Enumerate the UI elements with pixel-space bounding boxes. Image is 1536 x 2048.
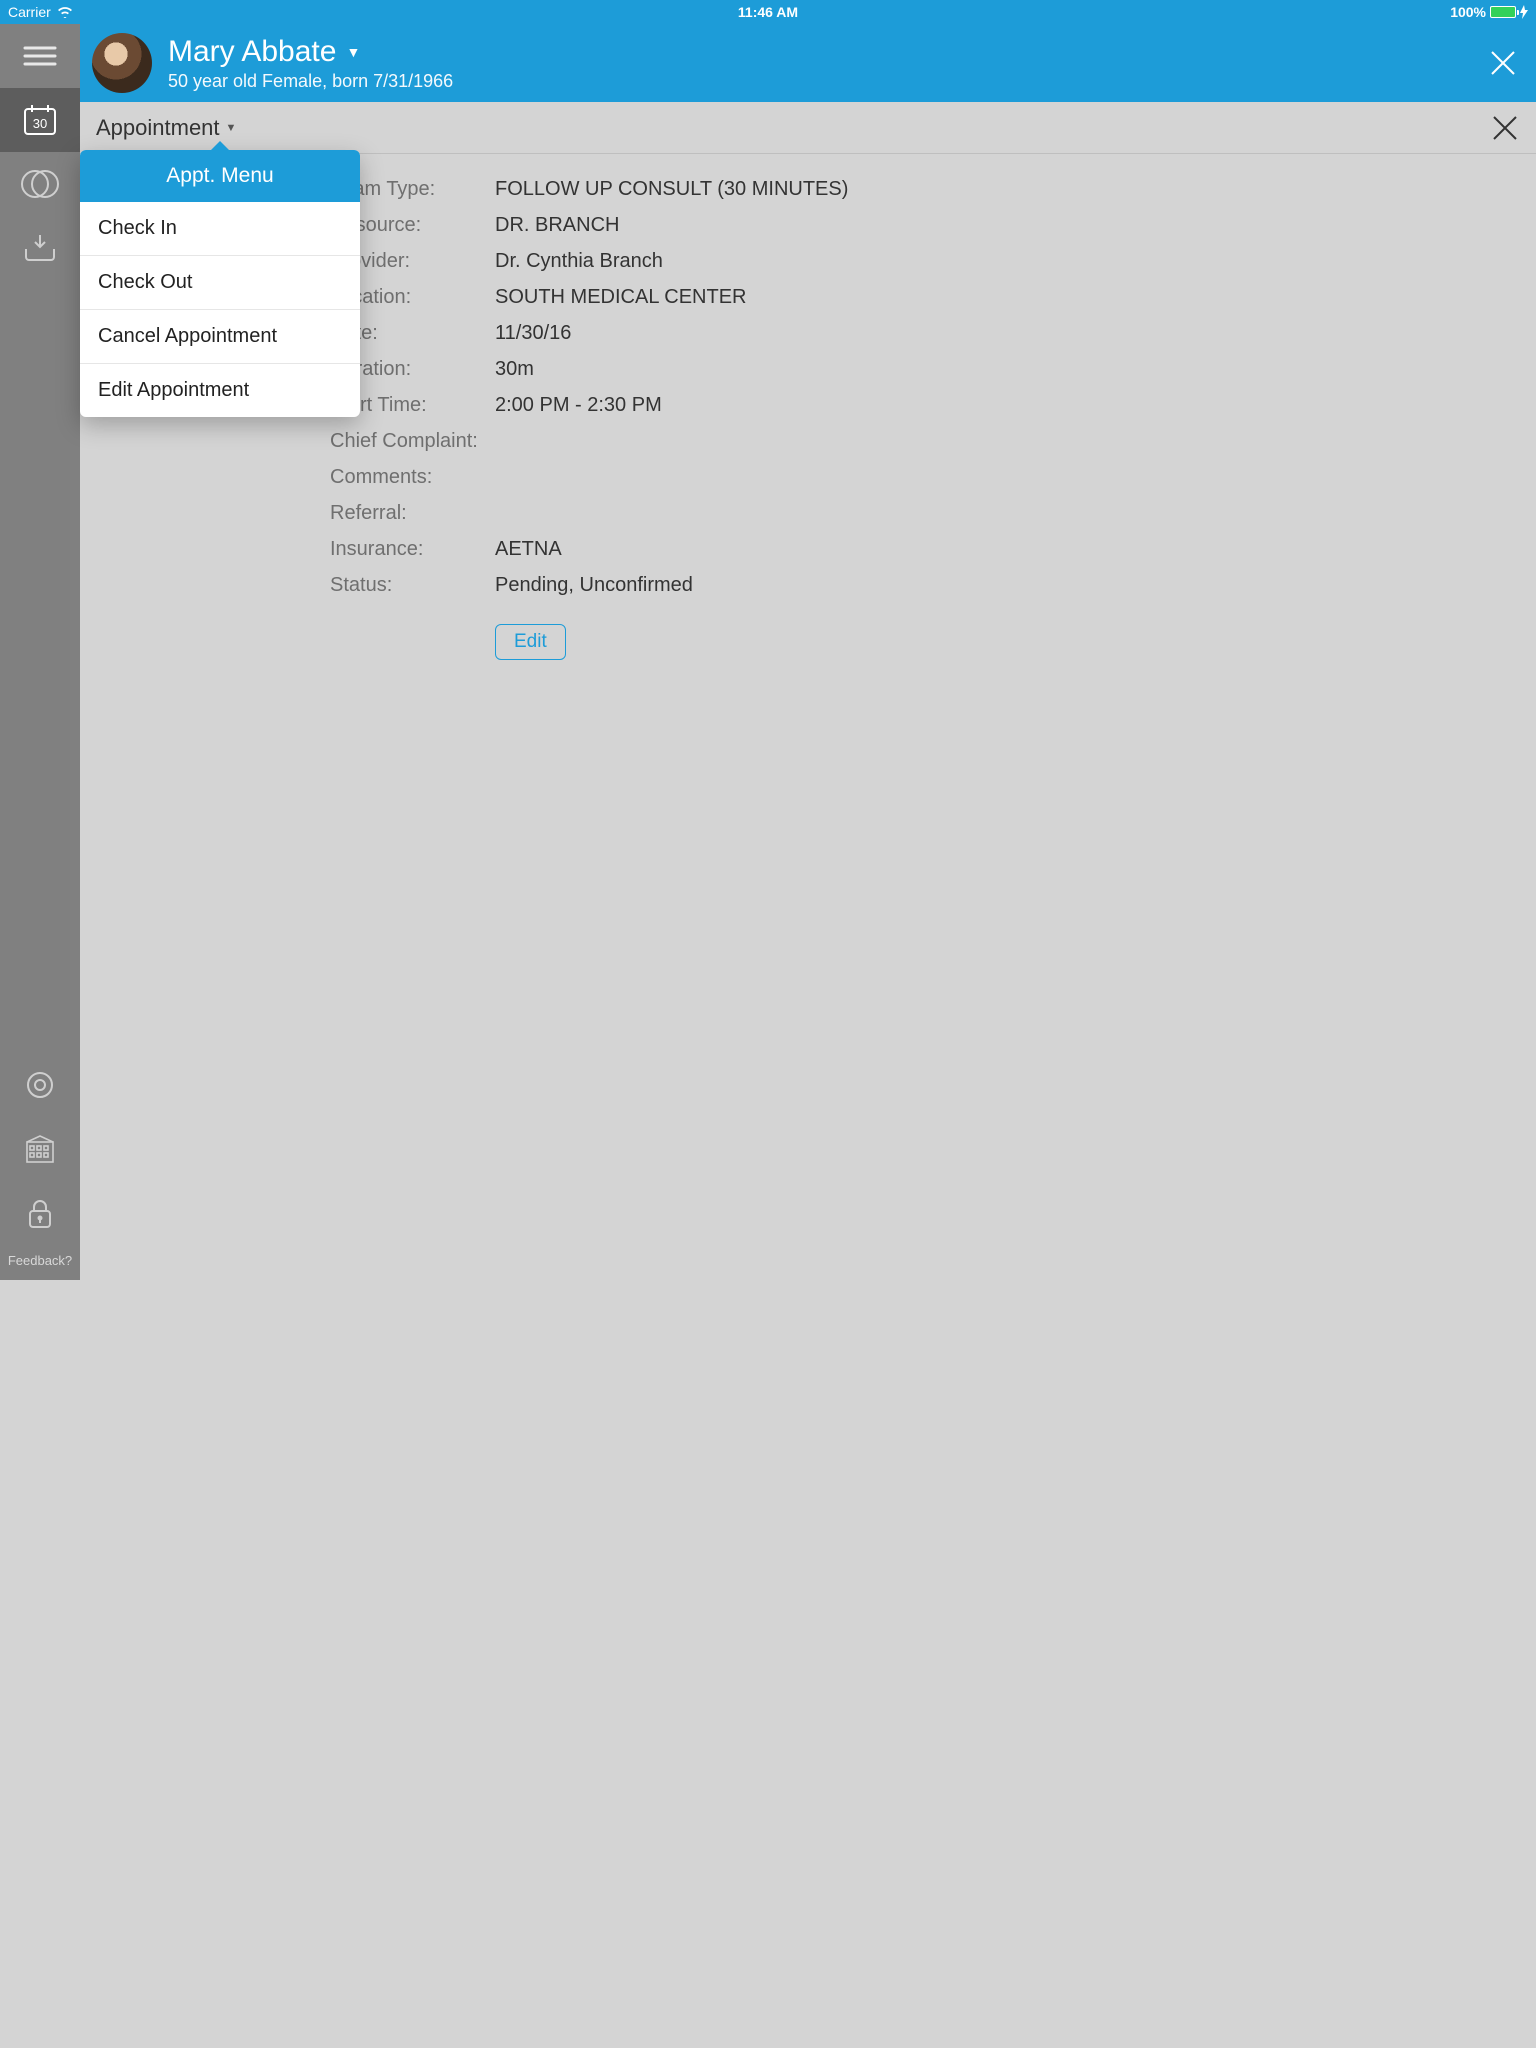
field-value: DR. BRANCH — [495, 214, 619, 237]
patient-name-dropdown[interactable]: Mary Abbate ▼ — [168, 35, 453, 69]
sidebar-menu-button[interactable] — [0, 24, 80, 88]
status-time: 11:46 AM — [738, 4, 798, 20]
appointment-details: Exam Type:FOLLOW UP CONSULT (30 MINUTES)… — [80, 154, 1536, 2048]
header-close-button[interactable] — [1488, 48, 1518, 78]
hamburger-icon — [23, 45, 57, 67]
menu-check-out[interactable]: Check Out — [80, 256, 360, 310]
battery-icon — [1490, 6, 1516, 18]
sidebar-calendar[interactable]: 30 — [0, 88, 80, 152]
field-value: AETNA — [495, 538, 562, 561]
close-icon — [1490, 113, 1520, 143]
dropdown-header: Appt. Menu — [80, 150, 360, 202]
field-label: Insurance: — [330, 538, 495, 561]
inbox-download-icon — [22, 233, 58, 263]
field-value: 2:00 PM - 2:30 PM — [495, 394, 662, 417]
field-value: SOUTH MEDICAL CENTER — [495, 286, 747, 309]
sidebar-lock[interactable] — [0, 1181, 80, 1245]
menu-edit-appointment[interactable]: Edit Appointment — [80, 364, 360, 417]
wifi-icon — [57, 6, 73, 18]
calendar-icon: 30 — [22, 103, 58, 137]
subheader-title-text: Appointment — [96, 115, 220, 141]
chevron-down-icon: ▼ — [226, 122, 237, 134]
field-label: Chief Complaint: — [330, 430, 495, 453]
svg-text:30: 30 — [33, 116, 47, 131]
field-value: 30m — [495, 358, 534, 381]
subheader: Appointment ▼ — [80, 102, 1536, 154]
sidebar: 30 Feedback? — [0, 0, 80, 1280]
sidebar-feedback-link[interactable]: Feedback? — [0, 1245, 80, 1280]
sidebar-facility[interactable] — [0, 1117, 80, 1181]
subheader-close-button[interactable] — [1490, 113, 1520, 143]
status-bar: Carrier 11:46 AM 100% — [0, 0, 1536, 24]
sidebar-patients[interactable] — [0, 152, 80, 216]
chevron-down-icon: ▼ — [346, 44, 360, 60]
field-label: Status: — [330, 574, 495, 597]
patient-avatar[interactable] — [92, 33, 152, 93]
charging-icon — [1520, 5, 1528, 19]
battery-percent: 100% — [1450, 4, 1486, 20]
field-value: FOLLOW UP CONSULT (30 MINUTES) — [495, 178, 848, 201]
sidebar-inbox[interactable] — [0, 216, 80, 280]
field-label: Referral: — [330, 502, 495, 525]
patient-name-text: Mary Abbate — [168, 35, 336, 69]
field-label: Comments: — [330, 466, 495, 489]
field-value: 11/30/16 — [495, 322, 571, 345]
patient-header: Mary Abbate ▼ 50 year old Female, born 7… — [80, 24, 1536, 102]
appointment-dropdown-trigger[interactable]: Appointment ▼ — [96, 115, 236, 141]
carrier-label: Carrier — [8, 4, 51, 20]
appointment-menu-dropdown: Appt. Menu Check In Check Out Cancel App… — [80, 150, 360, 417]
people-icon — [21, 168, 59, 200]
menu-cancel-appointment[interactable]: Cancel Appointment — [80, 310, 360, 364]
close-icon — [1488, 48, 1518, 78]
menu-check-in[interactable]: Check In — [80, 202, 360, 256]
gear-icon — [24, 1069, 56, 1101]
field-value: Pending, Unconfirmed — [495, 574, 693, 597]
field-value: Dr. Cynthia Branch — [495, 250, 663, 273]
lock-icon — [26, 1197, 54, 1229]
building-icon — [23, 1134, 57, 1164]
edit-button[interactable]: Edit — [495, 624, 566, 660]
sidebar-settings[interactable] — [0, 1053, 80, 1117]
patient-subtitle: 50 year old Female, born 7/31/1966 — [168, 71, 453, 92]
